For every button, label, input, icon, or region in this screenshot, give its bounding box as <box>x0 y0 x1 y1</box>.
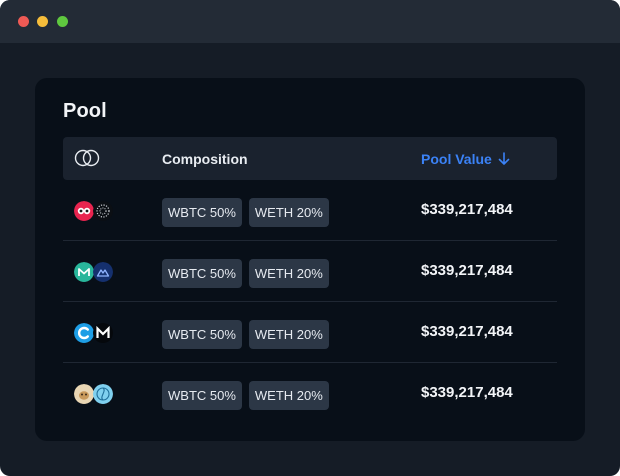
composition-badge: WBTC 50% <box>162 198 242 227</box>
composition-badge: WETH 20% <box>248 259 329 288</box>
composition-badge: WETH 20% <box>248 320 329 349</box>
sky-swirl-token-icon <box>93 384 113 404</box>
navy-triangle-token-icon <box>93 262 113 282</box>
composition-badges: WBTC 50% WETH 20% <box>162 259 329 288</box>
token-pair <box>74 323 114 343</box>
composition-badge: WBTC 50% <box>162 381 242 410</box>
column-header-pool-value[interactable]: Pool Value <box>421 151 510 167</box>
pool-value: $339,217,484 <box>421 384 513 401</box>
zoom-window-button[interactable] <box>57 16 68 27</box>
pool-value-label: Pool Value <box>421 151 492 167</box>
app-window: Pool Composition Pool Value WBTC 50% WET… <box>0 0 620 476</box>
composition-badges: WBTC 50% WETH 20% <box>162 198 329 227</box>
beige-animal-token-icon <box>74 384 94 404</box>
title-bar <box>0 0 620 43</box>
token-pair <box>74 262 114 282</box>
composition-badge: WETH 20% <box>248 381 329 410</box>
composition-badge: WETH 20% <box>248 198 329 227</box>
table-row[interactable]: WBTC 50% WETH 20% $339,217,484 <box>63 363 557 424</box>
arrow-down-icon <box>498 152 510 165</box>
close-window-button[interactable] <box>18 16 29 27</box>
pool-value: $339,217,484 <box>421 201 513 218</box>
black-m-token-icon <box>93 323 113 343</box>
token-pair <box>74 201 114 221</box>
composition-badge: WBTC 50% <box>162 320 242 349</box>
dotted-token-icon <box>93 201 113 221</box>
composition-badges: WBTC 50% WETH 20% <box>162 320 329 349</box>
table-row[interactable]: WBTC 50% WETH 20% $339,217,484 <box>63 302 557 363</box>
table-header: Composition Pool Value <box>63 137 557 180</box>
composition-badges: WBTC 50% WETH 20% <box>162 381 329 410</box>
pool-rings-icon <box>74 149 100 167</box>
table-row[interactable]: WBTC 50% WETH 20% $339,217,484 <box>63 241 557 302</box>
blue-c-token-icon <box>74 323 94 343</box>
column-header-composition: Composition <box>162 151 248 167</box>
pool-card: Pool Composition Pool Value WBTC 50% WET… <box>35 78 585 441</box>
card-title: Pool <box>63 100 107 122</box>
minimize-window-button[interactable] <box>37 16 48 27</box>
teal-m-token-icon <box>74 262 94 282</box>
pool-value: $339,217,484 <box>421 262 513 279</box>
token-pair <box>74 384 114 404</box>
table-row[interactable]: WBTC 50% WETH 20% $339,217,484 <box>63 180 557 241</box>
red-owl-token-icon <box>74 201 94 221</box>
composition-badge: WBTC 50% <box>162 259 242 288</box>
pool-value: $339,217,484 <box>421 323 513 340</box>
